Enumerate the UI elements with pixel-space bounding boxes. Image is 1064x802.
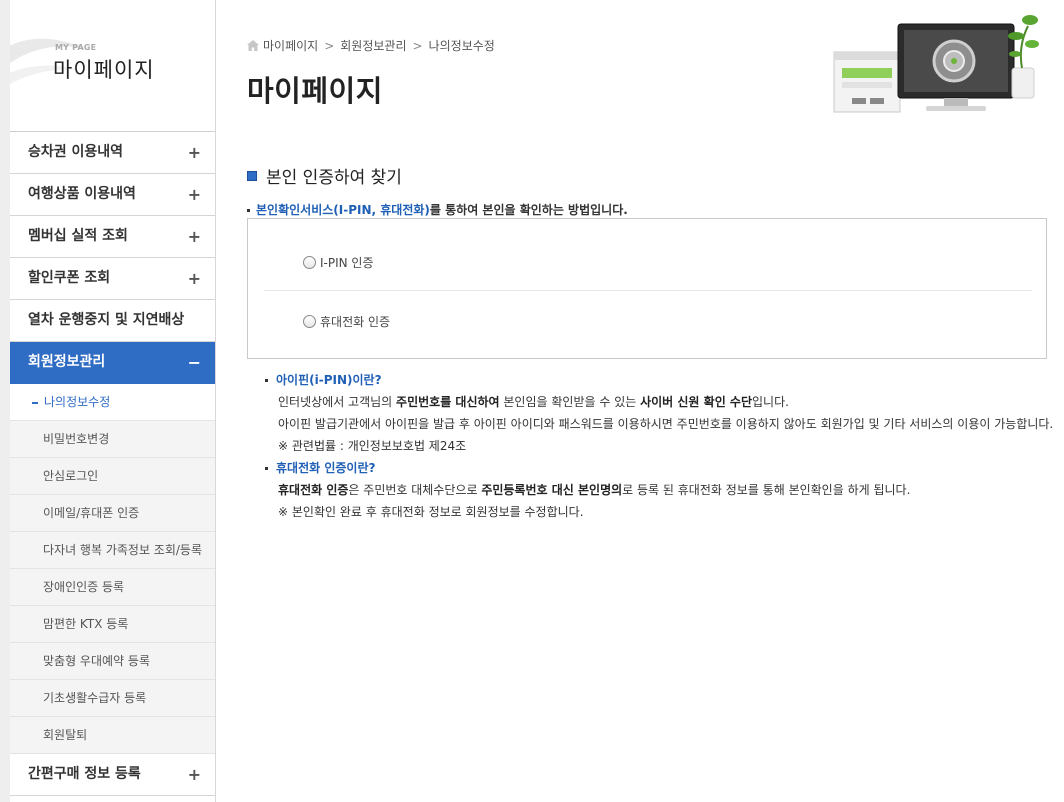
submenu-item-label: 이메일/휴대폰 인증 — [43, 506, 140, 520]
sidebar-item-quick-purchase[interactable]: 간편구매 정보 등록 + — [10, 754, 215, 796]
sidebar-header-subtitle: MY PAGE — [55, 43, 97, 52]
plus-icon: + — [187, 765, 201, 784]
page: MY PAGE 마이페이지 승차권 이용내역 + 여행상품 이용내역 + 멤버십… — [0, 0, 1064, 802]
submenu-item-label: 나의정보수정 — [44, 395, 111, 409]
submenu-item-label: 기초생활수급자 등록 — [43, 691, 147, 705]
submenu-item-change-password[interactable]: 비밀번호변경 — [10, 421, 215, 458]
sidebar-item-label: 회원정보관리 — [28, 354, 106, 370]
main-content: 마이페이지 > 회원정보관리 > 나의정보수정 마이페이지 본인 인증하여 찾기… — [216, 0, 1064, 802]
sidebar-item-ticket-history[interactable]: 승차권 이용내역 + — [10, 132, 215, 174]
ipin-question: 아이핀(i-PIN)이란? — [265, 369, 1055, 391]
plus-icon: + — [187, 227, 201, 246]
submenu-item-label: 회원탈퇴 — [43, 728, 88, 742]
phone-description-1: 휴대전화 인증은 주민번호 대체수단으로 주민등록번호 대신 본인명의로 등록 … — [265, 479, 1055, 501]
section-lead-highlight: 본인확인서비스(I-PIN, 휴대전화) — [256, 203, 430, 217]
text: 본인임을 확인받을 수 있는 — [499, 395, 641, 409]
sidebar-item-delay-compensation[interactable]: 열차 운행중지 및 지연배상 — [10, 300, 215, 342]
sidebar: MY PAGE 마이페이지 승차권 이용내역 + 여행상품 이용내역 + 멤버십… — [0, 0, 216, 802]
ipin-auth-label: I-PIN 인증 — [320, 256, 374, 270]
ipin-description-1: 인터넷상에서 고객님의 주민번호를 대신하여 본인임을 확인받을 수 있는 사이… — [265, 391, 1055, 413]
bullet-icon — [247, 209, 250, 212]
sidebar-item-label: 열차 운행중지 및 지연배상 — [28, 312, 185, 328]
sidebar-item-member-info[interactable]: 회원정보관리 − — [10, 342, 215, 384]
sidebar-item-label: 여행상품 이용내역 — [28, 186, 136, 202]
text-bold: 주민번호를 대신하여 — [396, 395, 500, 409]
sidebar-item-membership[interactable]: 멤버십 실적 조회 + — [10, 216, 215, 258]
submenu-item-priority-reservation[interactable]: 맞춤형 우대예약 등록 — [10, 643, 215, 680]
submenu-item-email-phone-auth[interactable]: 이메일/휴대폰 인증 — [10, 495, 215, 532]
phone-description-2: ※ 본인확인 완료 후 휴대전화 정보로 회원정보를 수정합니다. — [278, 505, 584, 519]
breadcrumb-item-current: 나의정보수정 — [428, 39, 495, 53]
sidebar-item-label: 멤버십 실적 조회 — [28, 228, 128, 244]
text: 로 등록 된 휴대전화 정보를 통해 본인확인을 하게 됩니다. — [622, 483, 911, 497]
submenu-item-label: 비밀번호변경 — [43, 432, 110, 446]
sidebar-item-label: 할인쿠폰 조회 — [28, 270, 111, 286]
sidebar-menu: 승차권 이용내역 + 여행상품 이용내역 + 멤버십 실적 조회 + 할인쿠폰 … — [10, 132, 215, 796]
text-bold: 사이버 신원 확인 수단 — [640, 395, 752, 409]
text: 인터넷상에서 고객님의 — [278, 395, 397, 409]
submenu-member-info: 나의정보수정 비밀번호변경 안심로그인 이메일/휴대폰 인증 다자녀 행복 가족… — [10, 384, 215, 754]
phone-question: 휴대전화 인증이란? — [265, 457, 1055, 479]
ipin-auth-option[interactable]: I-PIN 인증 — [303, 254, 374, 271]
ipin-radio[interactable] — [303, 256, 316, 269]
plus-icon: + — [187, 269, 201, 288]
sidebar-item-label: 승차권 이용내역 — [28, 144, 124, 160]
breadcrumb-item[interactable]: 회원정보관리 — [340, 37, 406, 54]
breadcrumb-separator: > — [412, 38, 423, 53]
minus-icon: − — [187, 353, 201, 372]
bullet-icon — [265, 379, 268, 382]
section-lead-text: 를 통하여 본인을 확인하는 방법입니다. — [429, 203, 628, 217]
submenu-item-label: 장애인인증 등록 — [43, 580, 125, 594]
phone-auth-label: 휴대전화 인증 — [320, 315, 391, 329]
sidebar-item-travel-history[interactable]: 여행상품 이용내역 + — [10, 174, 215, 216]
section-lead: 본인확인서비스(I-PIN, 휴대전화)를 통하여 본인을 확인하는 방법입니다… — [247, 201, 628, 218]
bullet-icon — [265, 467, 268, 470]
submenu-item-label: 맘편한 KTX 등록 — [43, 617, 129, 631]
text: 입니다. — [752, 395, 789, 409]
phone-auth-option[interactable]: 휴대전화 인증 — [303, 313, 390, 330]
submenu-item-label: 다자녀 행복 가족정보 조회/등록 — [43, 543, 203, 557]
plus-icon: + — [187, 143, 201, 162]
submenu-item-withdraw[interactable]: 회원탈퇴 — [10, 717, 215, 754]
breadcrumb-item[interactable]: 마이페이지 — [263, 37, 318, 54]
submenu-item-safe-login[interactable]: 안심로그인 — [10, 458, 215, 495]
dash-icon — [32, 401, 38, 404]
info-section: 아이핀(i-PIN)이란? 인터넷상에서 고객님의 주민번호를 대신하여 본인임… — [265, 369, 1055, 523]
security-monitor-illustration-icon — [833, 15, 1039, 113]
breadcrumb-separator: > — [324, 38, 335, 53]
square-bullet-icon — [247, 170, 257, 181]
submenu-item-multi-child-family[interactable]: 다자녀 행복 가족정보 조회/등록 — [10, 532, 215, 569]
sidebar-gutter — [0, 0, 10, 802]
auth-options-box: I-PIN 인증 휴대전화 인증 — [247, 218, 1047, 359]
submenu-item-mom-ktx[interactable]: 맘편한 KTX 등록 — [10, 606, 215, 643]
plus-icon: + — [187, 185, 201, 204]
sidebar-item-label: 간편구매 정보 등록 — [28, 766, 141, 782]
text-bold: 주민등록번호 대신 본인명의 — [481, 483, 623, 497]
sidebar-header-title: 마이페이지 — [53, 58, 155, 82]
submenu-item-label: 맞춤형 우대예약 등록 — [43, 654, 150, 668]
submenu-item-basic-livelihood[interactable]: 기초생활수급자 등록 — [10, 680, 215, 717]
submenu-item-edit-my-info[interactable]: 나의정보수정 — [10, 384, 215, 421]
ipin-description-2: 아이핀 발급기관에서 아이핀을 발급 후 아이핀 아이디와 패스워드를 이용하시… — [278, 417, 1054, 431]
divider — [264, 290, 1032, 291]
text: 은 주민번호 대체수단으로 — [348, 483, 482, 497]
submenu-item-disability-cert[interactable]: 장애인인증 등록 — [10, 569, 215, 606]
phone-radio[interactable] — [303, 315, 316, 328]
phone-question-text: 휴대전화 인증이란? — [276, 461, 376, 475]
section-title-text: 본인 인증하여 찾기 — [266, 168, 402, 188]
sidebar-item-coupon[interactable]: 할인쿠폰 조회 + — [10, 258, 215, 300]
submenu-item-label: 안심로그인 — [43, 469, 99, 483]
ipin-law-note: ※ 관련법률 : 개인정보보호법 제24조 — [278, 439, 467, 453]
breadcrumb: 마이페이지 > 회원정보관리 > 나의정보수정 — [247, 37, 495, 54]
text-bold: 휴대전화 인증 — [278, 483, 349, 497]
sidebar-header: MY PAGE 마이페이지 — [10, 0, 215, 132]
ipin-question-text: 아이핀(i-PIN)이란? — [276, 373, 382, 387]
home-icon[interactable] — [247, 40, 259, 51]
page-title: 마이페이지 — [247, 74, 383, 108]
section-title: 본인 인증하여 찾기 — [247, 163, 402, 188]
